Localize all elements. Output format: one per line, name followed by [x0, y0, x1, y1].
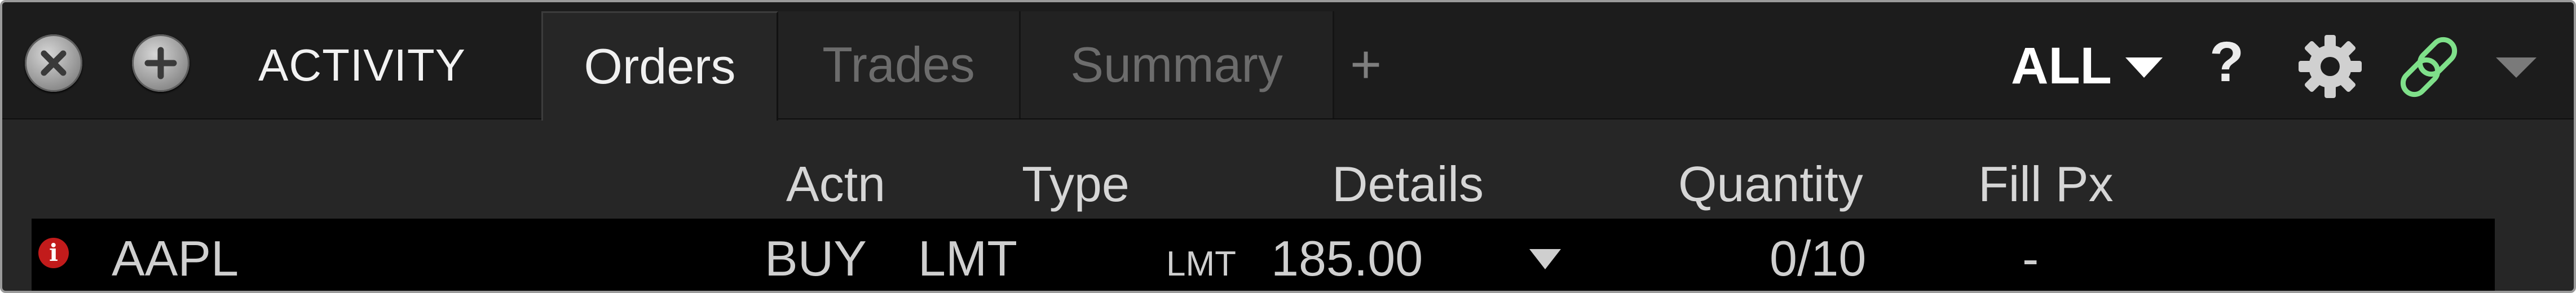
order-type: LMT [918, 230, 1017, 286]
order-symbol: AAPL [112, 230, 239, 286]
order-fill-price: - [2022, 230, 2039, 286]
column-header-actn[interactable]: Actn [786, 153, 885, 215]
order-action: BUY [765, 230, 867, 286]
panel-tab-bar: ACTIVITY Orders Trades Summary + ALL ? [2, 2, 2574, 121]
order-quantity: 0/10 [1770, 230, 1867, 286]
chevron-down-icon[interactable] [2124, 56, 2164, 79]
column-header-details[interactable]: Details [1332, 153, 1484, 215]
column-header-fill-px[interactable]: Fill Px [1978, 153, 2114, 215]
column-header-quantity[interactable]: Quantity [1678, 153, 1863, 215]
order-details-type: LMT [1166, 245, 1236, 283]
table-row[interactable] [32, 219, 2495, 291]
link-icon[interactable] [2391, 29, 2467, 105]
add-icon[interactable] [132, 34, 189, 92]
gear-icon[interactable] [2297, 34, 2363, 99]
tab-summary[interactable]: Summary [1021, 11, 1334, 118]
tab-orders[interactable]: Orders [541, 11, 778, 121]
tab-trades[interactable]: Trades [778, 11, 1021, 118]
chevron-down-icon[interactable] [2495, 56, 2538, 79]
close-icon[interactable] [25, 34, 82, 92]
activity-panel: ACTIVITY Orders Trades Summary + ALL ? A… [0, 0, 2576, 293]
order-details-price[interactable]: 185.00 [1271, 228, 1423, 290]
chevron-down-icon[interactable] [1528, 248, 1562, 270]
panel-title: ACTIVITY [258, 40, 466, 90]
info-alert-icon[interactable]: i [38, 238, 69, 268]
help-icon[interactable]: ? [2209, 28, 2244, 96]
column-header-type[interactable]: Type [1022, 153, 1130, 215]
filter-dropdown[interactable]: ALL [2011, 35, 2112, 97]
add-tab-button[interactable]: + [1350, 34, 1382, 96]
